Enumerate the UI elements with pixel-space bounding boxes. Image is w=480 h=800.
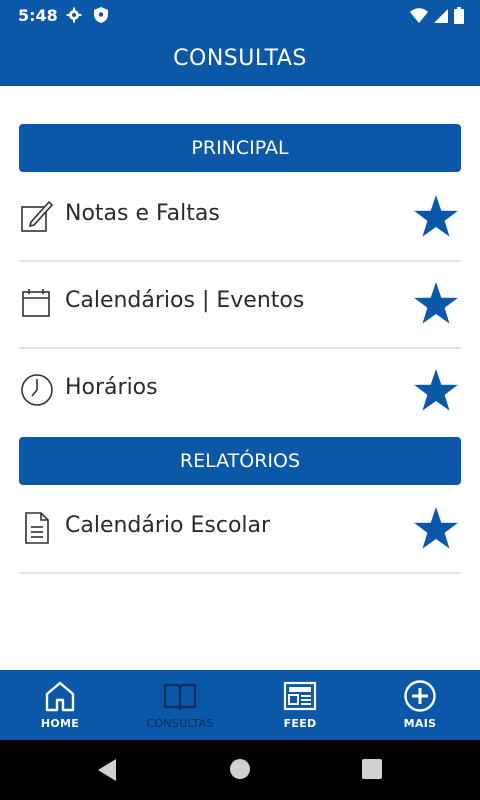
calendar-icon (19, 285, 55, 321)
section-header-principal: PRINCIPAL (19, 124, 461, 172)
list-item-label: Notas e Faltas (65, 201, 220, 226)
battery-icon (454, 7, 464, 28)
book-icon (163, 679, 197, 713)
list-item-horarios[interactable]: Horários (19, 348, 461, 434)
favorite-star-icon[interactable] (413, 280, 459, 326)
favorite-star-icon[interactable] (413, 367, 459, 413)
nav-label: CONSULTAS (146, 717, 214, 730)
nav-label: FEED (283, 717, 317, 730)
list-item-label: Calendários | Eventos (65, 288, 305, 313)
app-bar: CONSULTAS (0, 32, 480, 86)
plus-circle-icon (403, 679, 437, 713)
bottom-navigation: HOME CONSULTAS FEED MAIS (0, 670, 480, 740)
nav-item-feed[interactable]: FEED (240, 670, 360, 740)
page-title: CONSULTAS (173, 46, 307, 71)
nav-label: HOME (40, 717, 80, 730)
list-item-label: Calendário Escolar (65, 513, 271, 538)
signal-icon (434, 8, 448, 28)
list-item-calendarios-eventos[interactable]: Calendários | Eventos (19, 261, 461, 349)
status-time: 5:48 (18, 6, 58, 25)
status-left-icons (66, 7, 108, 27)
settings-gear-icon (66, 7, 82, 27)
edit-icon (19, 198, 55, 234)
list-item-calendario-escolar[interactable]: Calendário Escolar (19, 486, 461, 574)
status-right-icons (410, 7, 464, 28)
status-bar: 5:48 (0, 0, 480, 32)
newspaper-icon (283, 679, 317, 713)
favorite-star-icon[interactable] (413, 505, 459, 551)
list-item-label: Horários (65, 375, 158, 400)
favorite-star-icon[interactable] (413, 193, 459, 239)
wifi-icon (410, 7, 428, 28)
shield-icon (94, 7, 108, 27)
nav-item-consultas[interactable]: CONSULTAS (120, 670, 240, 740)
system-navigation-bar (0, 740, 480, 800)
home-circle-icon[interactable] (229, 758, 251, 784)
back-icon[interactable] (96, 757, 120, 787)
clock-icon (19, 372, 55, 408)
home-icon (43, 679, 77, 713)
recents-square-icon[interactable] (362, 759, 382, 783)
document-icon (19, 510, 55, 546)
content-area: PRINCIPAL Notas e Faltas Calendários | E (0, 86, 480, 670)
list-item-notas-e-faltas[interactable]: Notas e Faltas (19, 174, 461, 262)
nav-item-mais[interactable]: MAIS (360, 670, 480, 740)
nav-item-home[interactable]: HOME (0, 670, 120, 740)
section-header-relatorios: RELATÓRIOS (19, 437, 461, 485)
nav-label: MAIS (403, 717, 437, 730)
